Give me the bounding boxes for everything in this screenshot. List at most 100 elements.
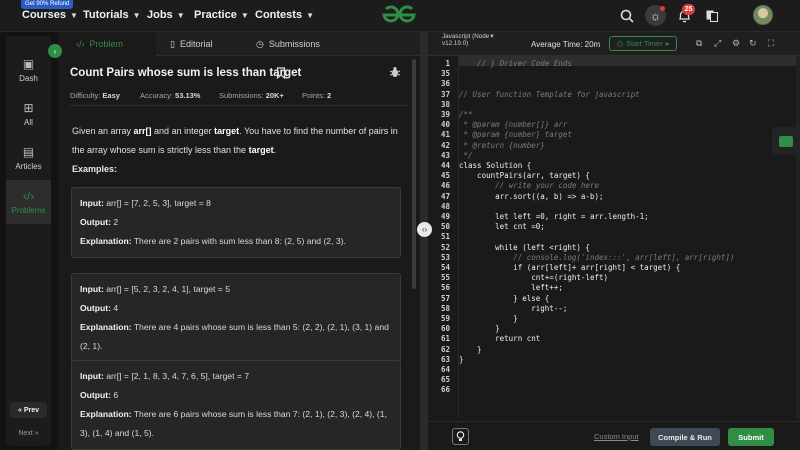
sidebar-item-dash[interactable]: ▣ Dash xyxy=(6,48,51,92)
line-number: 48 xyxy=(440,201,450,211)
next-problem-button[interactable]: Next » xyxy=(10,425,47,441)
sidebar-item-problems[interactable]: ‹/› Problems xyxy=(6,180,51,224)
line-number: 62 xyxy=(440,344,450,354)
chevron-down-icon: ▼ xyxy=(306,10,314,20)
code-line: countPairs(arr, target) { xyxy=(459,171,590,181)
compile-run-button[interactable]: Compile & Run xyxy=(650,428,720,446)
nav-jobs[interactable]: Jobs ▼ xyxy=(147,9,185,21)
points-meta: Points: 2 xyxy=(302,91,332,100)
code-line: /** xyxy=(459,110,473,119)
search-icon[interactable] xyxy=(617,6,637,26)
editor-scrollbar[interactable] xyxy=(796,56,800,418)
divider xyxy=(70,105,408,106)
line-number: 60 xyxy=(440,324,450,334)
line-number-gutter: 1 35 36 37 38 39 40 41 42 43 44 45 46 47 48 49 50 51 52 53 5… xyxy=(428,56,454,418)
code-line: class Solution { xyxy=(459,161,532,170)
code-icon: ‹/› xyxy=(22,189,35,203)
settings-icon[interactable]: ⚙ xyxy=(732,38,740,49)
bookmark-icon[interactable] xyxy=(276,67,286,82)
nav-practice[interactable]: Practice ▼ xyxy=(194,9,249,21)
line-number: 49 xyxy=(440,212,450,221)
code-line: let left =0, right = arr.length-1; xyxy=(459,212,649,221)
average-time: Average Time: 20m xyxy=(531,40,601,49)
prev-problem-button[interactable]: « Prev xyxy=(10,402,47,418)
tab-problem[interactable]: ‹/› Problem xyxy=(58,32,156,56)
code-line: } xyxy=(459,324,500,334)
code-line: * @return {number} xyxy=(459,140,545,150)
code-line: } xyxy=(459,344,482,354)
examples-heading: Examples: xyxy=(72,164,118,174)
gfg-logo-icon[interactable] xyxy=(378,3,420,32)
nav-contests[interactable]: Contests ▼ xyxy=(255,9,314,21)
chat-icon xyxy=(779,135,793,147)
pane-divider[interactable] xyxy=(420,32,428,450)
sidebar-item-articles[interactable]: ▤ Articles xyxy=(6,136,51,180)
translate-icon[interactable] xyxy=(702,6,722,26)
document-icon: ▯ xyxy=(170,38,175,49)
problem-tabs: ‹/› Problem ▯ Editorial ◷ Submissions xyxy=(58,32,420,56)
resize-handle-icon[interactable]: ‹› xyxy=(417,222,432,237)
play-icon: ▸ xyxy=(665,39,670,48)
example-box: Input: arr[] = [5, 2, 3, 2, 4, 1], targe… xyxy=(71,273,401,363)
grid-icon: ⊞ xyxy=(23,101,34,115)
problem-title: Count Pairs whose sum is less than targe… xyxy=(70,67,302,79)
code-editor-pane: Javascript (Node v12.19.0) ▼ Average Tim… xyxy=(428,32,800,450)
lightbulb-icon[interactable] xyxy=(452,428,469,445)
copy-icon[interactable]: ⧉ xyxy=(696,38,702,49)
nav-courses[interactable]: Courses ▼ xyxy=(22,9,78,21)
line-number: 38 xyxy=(440,99,450,109)
line-number: 37 xyxy=(440,89,450,99)
code-line: // write your code here xyxy=(459,181,599,191)
line-number: 46 xyxy=(440,181,450,191)
code-line: * @param {number[]} arr xyxy=(459,120,568,130)
code-line: return cnt xyxy=(459,334,541,344)
chat-feedback-button[interactable] xyxy=(772,127,800,155)
fullscreen-icon[interactable]: ⤢ xyxy=(714,38,721,49)
code-icon: ‹/› xyxy=(76,39,85,49)
line-number: 55 xyxy=(440,273,450,283)
code-line: } xyxy=(459,354,464,364)
code-line: cnt+=(right-left) xyxy=(459,273,609,283)
line-number: 1 xyxy=(445,59,450,68)
example-box: Input: arr[] = [2, 1, 8, 3, 4, 7, 6, 5],… xyxy=(71,360,401,450)
dashboard-icon: ▣ xyxy=(22,57,35,71)
code-area[interactable]: // } Driver Code Ends // User function Te… xyxy=(458,56,800,446)
start-timer-button[interactable]: ◷ Start Timer ▸ xyxy=(609,36,677,51)
theme-indicator-dot xyxy=(660,6,665,11)
code-line: arr.sort((a, b) => a-b); xyxy=(459,191,604,201)
nav-tutorials[interactable]: Tutorials ▼ xyxy=(83,9,141,21)
expand-icon[interactable]: ⛶ xyxy=(768,38,774,49)
reset-icon[interactable]: ↻ xyxy=(749,38,757,49)
code-line: // User function Template for javascript xyxy=(459,89,640,99)
collapse-sidebar-icon[interactable]: › xyxy=(48,44,62,58)
bug-report-icon[interactable] xyxy=(389,66,401,81)
line-number: 53 xyxy=(440,252,450,262)
code-line: left++; xyxy=(459,283,563,293)
line-number: 65 xyxy=(440,375,450,385)
editor-bottom-bar: Custom Input Compile & Run Submit xyxy=(428,421,800,450)
clock-icon: ◷ xyxy=(616,39,624,48)
submissions-meta: Submissions: 20K+ xyxy=(219,91,284,100)
code-line: let cnt =0; xyxy=(459,222,545,232)
chevron-down-icon: ▼ xyxy=(489,34,495,40)
line-number: 42 xyxy=(440,140,450,150)
line-number: 44 xyxy=(440,161,450,170)
editor-toolbar: Javascript (Node v12.19.0) ▼ Average Tim… xyxy=(428,32,800,56)
refund-badge[interactable]: Get 90% Refund xyxy=(21,0,74,9)
code-line: */ xyxy=(459,150,473,160)
left-sidebar: ▣ Dash ⊞ All ▤ Articles ‹/› Problems « P… xyxy=(0,32,56,450)
line-number: 57 xyxy=(440,293,450,303)
user-avatar[interactable] xyxy=(753,5,773,25)
submit-button[interactable]: Submit xyxy=(728,428,774,446)
code-line: // console.log('index:::', arr[left], ar… xyxy=(459,252,735,262)
problem-scrollbar[interactable] xyxy=(412,59,416,289)
code-line: right--; xyxy=(459,303,568,313)
line-number: 43 xyxy=(440,150,450,160)
code-line: } xyxy=(459,314,518,323)
article-icon: ▤ xyxy=(22,145,35,159)
tab-editorial[interactable]: ▯ Editorial xyxy=(170,32,212,56)
sidebar-item-all[interactable]: ⊞ All xyxy=(6,92,51,136)
tab-submissions[interactable]: ◷ Submissions xyxy=(256,32,320,56)
line-number: 63 xyxy=(440,354,450,364)
custom-input-link[interactable]: Custom Input xyxy=(594,432,639,441)
